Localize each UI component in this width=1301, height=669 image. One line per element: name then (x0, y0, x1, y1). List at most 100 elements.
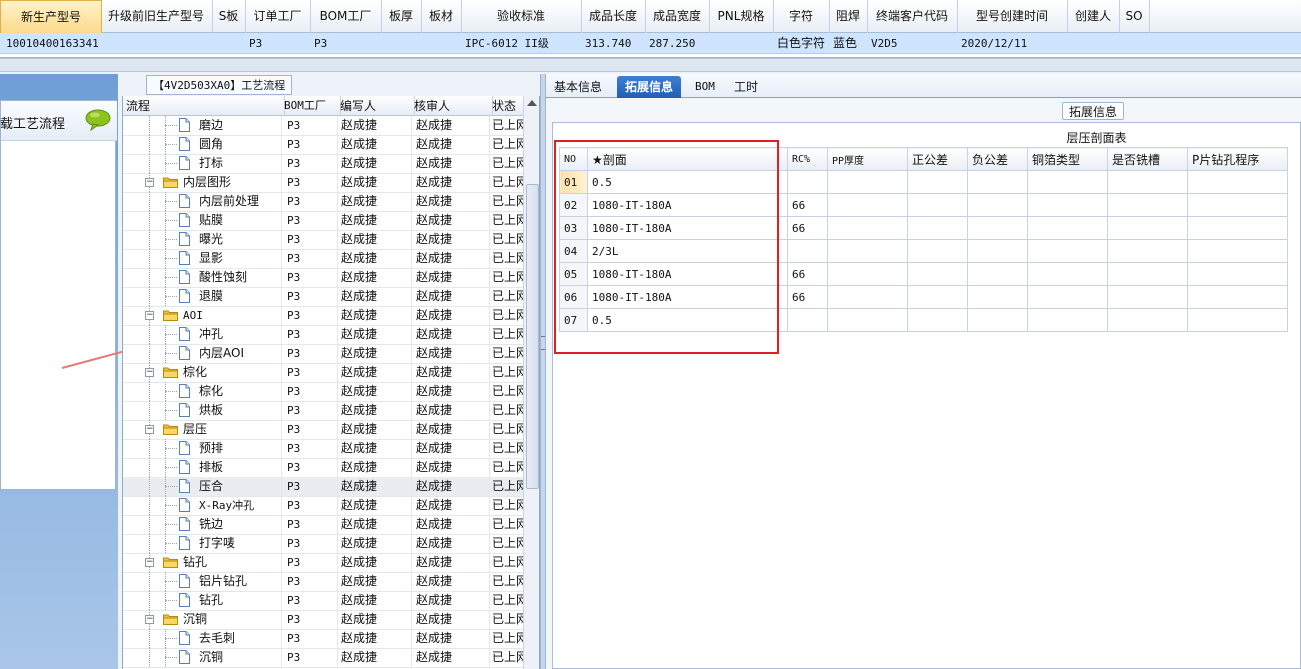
lamination-cell[interactable] (1107, 262, 1188, 286)
grid-cell[interactable] (1071, 33, 1123, 54)
tab-bom[interactable]: BOM (687, 76, 723, 98)
tree-row[interactable]: 曝光 P3 赵成捷 赵成捷 已上网 (123, 230, 524, 250)
tree-row[interactable]: − 内层图形 P3 赵成捷 赵成捷 已上网 (123, 173, 524, 193)
tree-row[interactable]: X-Ray冲孔 P3 赵成捷 赵成捷 已上网 (123, 496, 524, 516)
lamination-cell[interactable] (1107, 170, 1188, 194)
lamination-cell[interactable] (907, 193, 968, 217)
tree-column-header[interactable]: BOM工厂 (281, 96, 341, 116)
tree-row[interactable]: 显影 P3 赵成捷 赵成捷 已上网 (123, 249, 524, 269)
tree-row[interactable]: 内层AOI P3 赵成捷 赵成捷 已上网 (123, 344, 524, 364)
lamination-cell[interactable] (907, 170, 968, 194)
tree-row[interactable]: 预排 P3 赵成捷 赵成捷 已上网 (123, 439, 524, 459)
lamination-cell[interactable] (967, 308, 1028, 332)
column-header[interactable]: 阻焊 (829, 0, 868, 33)
tab-extended-info[interactable]: 拓展信息 (617, 76, 682, 98)
lamination-cell[interactable] (1187, 239, 1288, 263)
tree-row[interactable]: 圆角 P3 赵成捷 赵成捷 已上网 (123, 135, 524, 155)
collapse-toggle-icon[interactable]: − (145, 368, 154, 377)
collapse-toggle-icon[interactable]: − (145, 558, 154, 567)
lamination-column-header[interactable]: 正公差 (907, 147, 968, 171)
lamination-cell[interactable] (827, 308, 908, 332)
lamination-cell[interactable] (787, 239, 828, 263)
tree-row[interactable]: 退膜 P3 赵成捷 赵成捷 已上网 (123, 287, 524, 307)
grid-cell[interactable]: 白色字符 (777, 33, 833, 54)
grid-cell[interactable]: 2020/12/11 (961, 33, 1071, 54)
chat-bubble-icon[interactable] (85, 109, 111, 131)
tree-row[interactable]: 沉铜 P3 赵成捷 赵成捷 已上网 (123, 648, 524, 668)
lamination-cell[interactable] (1107, 239, 1188, 263)
lamination-cell[interactable] (1187, 216, 1288, 240)
tree-row[interactable]: 铣边 P3 赵成捷 赵成捷 已上网 (123, 515, 524, 535)
grid-cell[interactable] (1123, 33, 1153, 54)
scroll-up-arrow-icon[interactable] (527, 100, 537, 106)
column-header[interactable]: 成品长度 (581, 0, 646, 33)
lamination-cell[interactable]: 66 (787, 285, 828, 309)
column-header[interactable]: 终端客户代码 (867, 0, 958, 33)
column-header[interactable]: BOM工厂 (310, 0, 382, 33)
tree-row[interactable]: 打标 P3 赵成捷 赵成捷 已上网 (123, 154, 524, 174)
collapse-toggle-icon[interactable]: − (145, 615, 154, 624)
lamination-cell[interactable]: 66 (787, 262, 828, 286)
lamination-cell[interactable] (1027, 308, 1108, 332)
grid-cell[interactable] (104, 33, 216, 54)
column-header[interactable]: 板材 (421, 0, 462, 33)
tree-column-header[interactable]: 核审人 (411, 96, 493, 116)
lamination-cell[interactable] (1187, 308, 1288, 332)
lamination-cell[interactable] (827, 285, 908, 309)
tree-column-header[interactable]: 编写人 (337, 96, 415, 116)
lamination-cell[interactable] (827, 216, 908, 240)
lamination-cell[interactable] (1027, 285, 1108, 309)
grid-cell[interactable]: IPC-6012 II级 (465, 33, 585, 54)
lamination-cell[interactable] (1187, 285, 1288, 309)
lamination-cell[interactable] (1027, 216, 1108, 240)
tree-row[interactable]: − 钻孔 P3 赵成捷 赵成捷 已上网 (123, 553, 524, 573)
tab-work-hours[interactable]: 工时 (726, 76, 766, 98)
lamination-cell[interactable] (1107, 216, 1188, 240)
lamination-cell[interactable] (1027, 239, 1108, 263)
tree-row[interactable]: 烘板 P3 赵成捷 赵成捷 已上网 (123, 401, 524, 421)
tree-row[interactable]: − AOI P3 赵成捷 赵成捷 已上网 (123, 306, 524, 326)
lamination-cell[interactable] (967, 170, 1028, 194)
grid-cell[interactable]: V2D5 (871, 33, 961, 54)
lamination-column-header[interactable]: 是否铣槽 (1107, 147, 1188, 171)
grid-cell[interactable] (713, 33, 777, 54)
tree-row[interactable]: 内层前处理 P3 赵成捷 赵成捷 已上网 (123, 192, 524, 212)
tree-row[interactable]: 贴膜 P3 赵成捷 赵成捷 已上网 (123, 211, 524, 231)
tree-row[interactable]: 冲孔 P3 赵成捷 赵成捷 已上网 (123, 325, 524, 345)
lamination-cell[interactable] (907, 285, 968, 309)
column-header[interactable]: 升级前旧生产型号 (100, 0, 213, 33)
lamination-cell[interactable] (1027, 262, 1108, 286)
collapse-toggle-icon[interactable]: − (145, 311, 154, 320)
lamination-column-header[interactable]: P片钻孔程序 (1187, 147, 1288, 171)
tree-row[interactable]: 钻孔 P3 赵成捷 赵成捷 已上网 (123, 591, 524, 611)
tree-row[interactable]: 打字唛 P3 赵成捷 赵成捷 已上网 (123, 534, 524, 554)
column-header[interactable]: SO (1119, 0, 1150, 33)
lamination-cell[interactable] (907, 239, 968, 263)
column-header[interactable]: PNL规格 (709, 0, 774, 33)
horizontal-splitter[interactable] (0, 58, 1301, 72)
tab-basic-info[interactable]: 基本信息 (546, 76, 610, 98)
grid-cell[interactable]: 287.250 (649, 33, 713, 54)
lamination-cell[interactable] (787, 308, 828, 332)
lamination-cell[interactable] (1107, 193, 1188, 217)
load-process-bar[interactable]: 加载工艺流程 (0, 101, 117, 141)
lamination-cell[interactable] (1187, 262, 1288, 286)
grid-cell[interactable]: P3 (249, 33, 314, 54)
lamination-cell[interactable] (967, 193, 1028, 217)
tree-row[interactable]: 磨边 P3 赵成捷 赵成捷 已上网 (123, 116, 524, 136)
tree-row[interactable]: 棕化 P3 赵成捷 赵成捷 已上网 (123, 382, 524, 402)
tree-column-header[interactable]: 流程 (123, 96, 285, 116)
tree-vertical-scrollbar[interactable] (523, 96, 539, 669)
lamination-cell[interactable]: 66 (787, 193, 828, 217)
lamination-cell[interactable] (1027, 170, 1108, 194)
grid-cell[interactable] (385, 33, 425, 54)
lamination-cell[interactable] (1187, 193, 1288, 217)
column-header[interactable]: S板 (212, 0, 246, 33)
lamination-cell[interactable] (827, 262, 908, 286)
lamination-cell[interactable] (827, 170, 908, 194)
lamination-cell[interactable] (1027, 193, 1108, 217)
lamination-cell[interactable] (1107, 308, 1188, 332)
column-header[interactable]: 创建人 (1067, 0, 1120, 33)
lamination-column-header[interactable]: RC% (787, 147, 828, 171)
lamination-cell[interactable] (907, 308, 968, 332)
